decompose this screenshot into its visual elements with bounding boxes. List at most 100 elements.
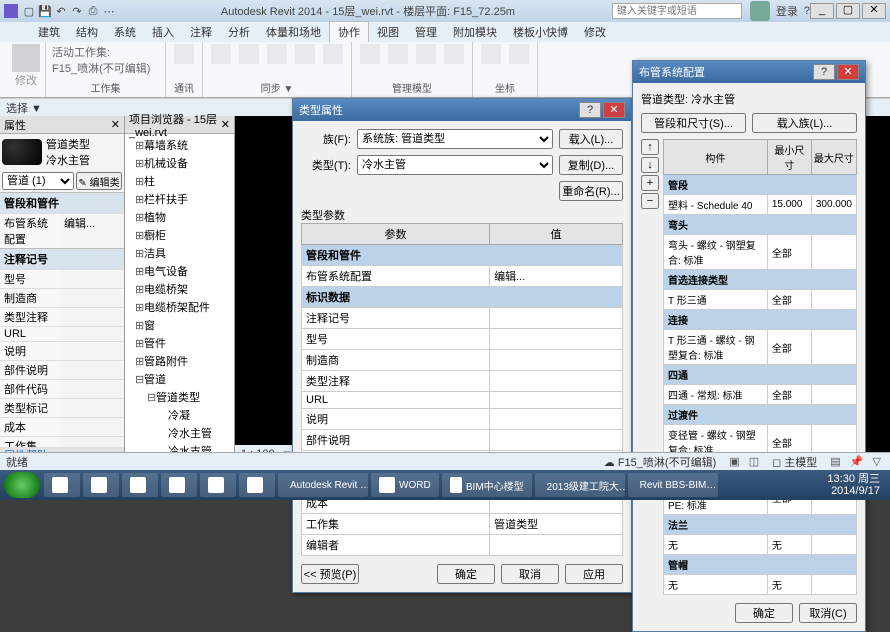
taskbar-item-0[interactable] (44, 473, 80, 497)
param-row[interactable]: 注释记号 (302, 308, 623, 329)
param-row[interactable]: 工作集管道类型 (302, 514, 623, 535)
browser-close-icon[interactable]: ✕ (221, 118, 230, 131)
ribbon-tab-10[interactable]: 附加模块 (445, 22, 505, 42)
model-status[interactable]: ◻ 主模型 (772, 454, 817, 470)
acquire-icon[interactable] (479, 44, 503, 72)
route-row[interactable]: 弯头 - 螺纹 - 钢塑复合: 标准全部 (664, 235, 857, 270)
taskbar-item-8[interactable]: BIM中心楼型 (442, 473, 532, 497)
workset-status[interactable]: ☁ F15_喷淋(不可编辑) (604, 454, 716, 470)
qat-more-icon[interactable]: ⋯ (102, 4, 116, 18)
move-up-button[interactable]: ↑ (641, 139, 659, 155)
taskbar-item-2[interactable] (122, 473, 158, 497)
relinquish-icon[interactable] (265, 44, 289, 72)
tree-node[interactable]: ⊞幕墙系统 (127, 136, 232, 154)
dlg-help-icon[interactable]: ? (579, 102, 601, 118)
ribbon-tab-5[interactable]: 分析 (220, 22, 258, 42)
ribbon-tab-6[interactable]: 体量和场地 (258, 22, 329, 42)
move-down-button[interactable]: ↓ (641, 157, 659, 173)
history-icon[interactable] (293, 44, 317, 72)
ribbon-tab-7[interactable]: 协作 (329, 21, 369, 42)
tree-node[interactable]: ⊞电缆桥架配件 (127, 298, 232, 316)
user-avatar-icon[interactable] (750, 1, 770, 21)
param-row[interactable]: 制造商 (302, 350, 623, 371)
taskbar-item-7[interactable]: WORD (371, 473, 439, 497)
browser-tree[interactable]: ⊞幕墙系统⊞机械设备⊞柱⊞栏杆扶手⊞植物⊞橱柜⊞洁具⊞电气设备⊞电缆桥架⊞电缆桥… (125, 134, 234, 463)
taskbar-item-6[interactable]: Autodesk Revit … (278, 473, 368, 497)
start-button[interactable] (4, 472, 40, 498)
load-family-button[interactable]: 载入(L)... (559, 129, 623, 149)
tree-node[interactable]: ⊞洁具 (127, 244, 232, 262)
segments-sizes-button[interactable]: 管段和尺寸(S)... (641, 113, 746, 133)
help-search-input[interactable] (612, 3, 742, 19)
dlg-close-icon[interactable]: ✕ (603, 102, 625, 118)
param-row[interactable]: 部件说明 (302, 430, 623, 451)
ribbon-tab-11[interactable]: 楼板小快博 (505, 22, 576, 42)
editable-only-icon[interactable]: ▣ (726, 456, 742, 468)
prop-row[interactable]: 说明 (0, 341, 124, 360)
publish-icon[interactable] (507, 44, 531, 72)
route-row[interactable]: 四通 - 常规: 标准全部 (664, 385, 857, 405)
copy-monitor-icon[interactable] (358, 44, 382, 72)
ok-button[interactable]: 确定 (735, 603, 793, 623)
route-row[interactable]: T 形三通全部 (664, 290, 857, 310)
ribbon-tab-2[interactable]: 系统 (106, 22, 144, 42)
param-row[interactable]: 布管系统配置编辑... (302, 266, 623, 287)
load-family-button[interactable]: 载入族(L)... (752, 113, 857, 133)
interference-icon[interactable] (442, 44, 466, 72)
apply-button[interactable]: 应用 (565, 564, 623, 584)
minimize-button[interactable]: _ (810, 3, 834, 19)
param-row[interactable]: 编辑者 (302, 535, 623, 556)
preview-button[interactable]: << 预览(P) (301, 564, 359, 584)
ok-button[interactable]: 确定 (437, 564, 495, 584)
prop-row[interactable]: 型号 (0, 269, 124, 288)
dlg-close-icon[interactable]: ✕ (837, 64, 859, 80)
tree-node[interactable]: ⊞管件 (127, 334, 232, 352)
type-select[interactable]: 冷水主管 (357, 155, 553, 175)
tree-node[interactable]: ⊞电气设备 (127, 262, 232, 280)
backup-icon[interactable] (321, 44, 345, 72)
design-options-icon[interactable]: ◫ (746, 456, 762, 468)
filter-icon[interactable]: ▽ (870, 456, 884, 468)
ribbon-tab-0[interactable]: 建筑 (30, 22, 68, 42)
prop-row[interactable]: 类型标记 (0, 398, 124, 417)
tree-node[interactable]: ⊞栏杆扶手 (127, 190, 232, 208)
cancel-button[interactable]: 取消 (501, 564, 559, 584)
prop-row[interactable]: 类型注释 (0, 307, 124, 326)
prop-row[interactable]: 部件代码 (0, 379, 124, 398)
login-link[interactable]: 登录 (776, 3, 798, 19)
system-tray[interactable]: 13:30 周三 2014/9/17 (827, 473, 886, 497)
reconcile-icon[interactable] (414, 44, 438, 72)
dlg-help-icon[interactable]: ? (813, 64, 835, 80)
route-row[interactable]: 无无 (664, 575, 857, 595)
prop-row[interactable]: 工作集 (0, 436, 124, 447)
duplicate-button[interactable]: 复制(D)... (559, 155, 623, 175)
param-row[interactable]: 说明 (302, 409, 623, 430)
prop-row[interactable]: URL (0, 326, 124, 341)
reload-icon[interactable] (237, 44, 261, 72)
ribbon-tab-9[interactable]: 管理 (407, 22, 445, 42)
tree-node[interactable]: ⊞机械设备 (127, 154, 232, 172)
family-select[interactable]: 系统族: 管道类型 (357, 129, 553, 149)
properties-close-icon[interactable]: ✕ (111, 118, 120, 131)
tree-node[interactable]: ⊞柱 (127, 172, 232, 190)
param-row[interactable]: URL (302, 392, 623, 409)
prop-row[interactable]: 布管系统配置编辑... (0, 213, 124, 248)
qat-save-icon[interactable]: 💾 (38, 4, 52, 18)
tree-node[interactable]: ⊞窗 (127, 316, 232, 334)
tree-node[interactable]: ⊞植物 (127, 208, 232, 226)
ribbon-tab-12[interactable]: 修改 (576, 22, 614, 42)
select-links-icon[interactable]: ▤ (827, 456, 843, 468)
taskbar-item-5[interactable] (239, 473, 275, 497)
tree-node[interactable]: ⊞电缆桥架 (127, 280, 232, 298)
add-row-button[interactable]: + (641, 175, 659, 191)
tree-node[interactable]: 冷水主管 (127, 424, 232, 442)
tree-node[interactable]: 冷凝 (127, 406, 232, 424)
taskbar-item-1[interactable] (83, 473, 119, 497)
rename-button[interactable]: 重命名(R)... (559, 181, 623, 201)
ribbon-tab-1[interactable]: 结构 (68, 22, 106, 42)
prop-row[interactable]: 部件说明 (0, 360, 124, 379)
edit-type-button[interactable]: ✎ 编辑类型 (76, 172, 122, 190)
qat-undo-icon[interactable]: ↶ (54, 4, 68, 18)
cancel-button[interactable]: 取消(C) (799, 603, 857, 623)
tree-node[interactable]: ⊟管道类型 (127, 388, 232, 406)
